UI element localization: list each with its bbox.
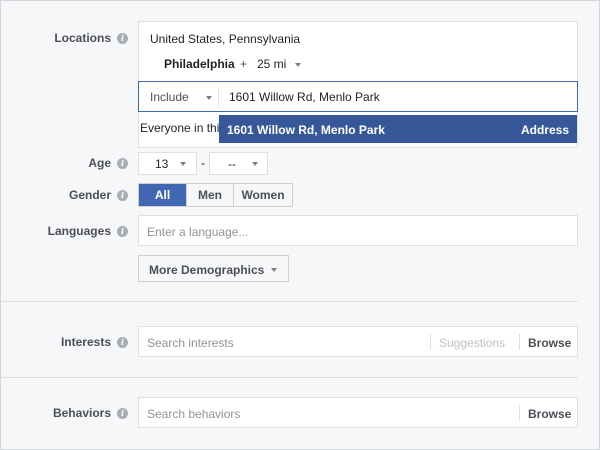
location-search-input[interactable]: 1601 Willow Rd, Menlo Park [229, 90, 380, 104]
more-demographics-label: More Demographics [149, 263, 265, 277]
include-divider [218, 88, 219, 106]
chevron-down-icon [180, 162, 186, 166]
info-icon[interactable]: i [117, 337, 128, 348]
languages-input[interactable]: Enter a language... [138, 215, 578, 246]
behaviors-browse-button[interactable]: Browse [528, 407, 571, 421]
chevron-down-icon [252, 162, 258, 166]
interests-input[interactable]: Search interests Suggestions Browse [138, 326, 578, 357]
interests-divider [430, 334, 431, 350]
interests-browse-button[interactable]: Browse [528, 336, 571, 350]
gender-all-button[interactable]: All [139, 184, 186, 206]
info-icon[interactable]: i [117, 190, 128, 201]
info-icon[interactable]: i [117, 226, 128, 237]
chevron-down-icon [206, 95, 213, 100]
chevron-down-icon [271, 268, 277, 272]
gender-toggle: All Men Women [138, 183, 293, 207]
age-min-value: 13 [155, 157, 169, 171]
chevron-down-icon [294, 62, 301, 67]
section-divider [1, 377, 578, 378]
age-min-dropdown[interactable]: 13 [138, 152, 197, 175]
age-label: Age [88, 156, 111, 170]
suggestion-type: Address [520, 123, 569, 137]
interests-placeholder: Search interests [147, 336, 234, 350]
suggestions-link[interactable]: Suggestions [439, 336, 505, 350]
location-country-region: United States, Pennsylvania [150, 32, 301, 46]
everyone-in-text: Everyone in thi [140, 121, 220, 135]
age-max-value: -- [228, 157, 236, 171]
interests-label: Interests [60, 335, 111, 349]
behaviors-divider [519, 405, 520, 421]
radius-dropdown[interactable]: 25 mi [257, 57, 301, 71]
gender-men-button[interactable]: Men [186, 184, 233, 206]
include-dropdown[interactable]: Include [150, 90, 213, 104]
interests-divider [519, 334, 520, 350]
behaviors-input[interactable]: Search behaviors Browse [138, 397, 578, 428]
languages-label: Languages [47, 224, 111, 238]
behaviors-placeholder: Search behaviors [147, 407, 241, 421]
gender-women-button[interactable]: Women [233, 184, 292, 206]
include-value: Include [150, 90, 189, 104]
locations-label: Locations [54, 31, 111, 45]
age-separator: - [201, 156, 205, 170]
info-icon[interactable]: i [117, 158, 128, 169]
location-search-row: Include 1601 Willow Rd, Menlo Park [138, 81, 578, 112]
languages-placeholder: Enter a language... [147, 225, 249, 239]
behaviors-label: Behaviors [52, 406, 111, 420]
info-icon[interactable]: i [117, 33, 128, 44]
location-city[interactable]: Philadelphia [164, 57, 235, 71]
location-plus[interactable]: + [240, 57, 247, 71]
age-max-dropdown[interactable]: -- [209, 152, 268, 175]
radius-value: 25 mi [257, 57, 287, 71]
info-icon[interactable]: i [117, 408, 128, 419]
suggestion-text: 1601 Willow Rd, Menlo Park [227, 123, 385, 137]
location-suggestion[interactable]: 1601 Willow Rd, Menlo Park Address [219, 115, 577, 143]
gender-label: Gender [68, 188, 111, 202]
section-divider [1, 301, 578, 302]
more-demographics-button[interactable]: More Demographics [138, 255, 289, 282]
targeting-form: Locations i United States, Pennsylvania … [0, 0, 600, 450]
